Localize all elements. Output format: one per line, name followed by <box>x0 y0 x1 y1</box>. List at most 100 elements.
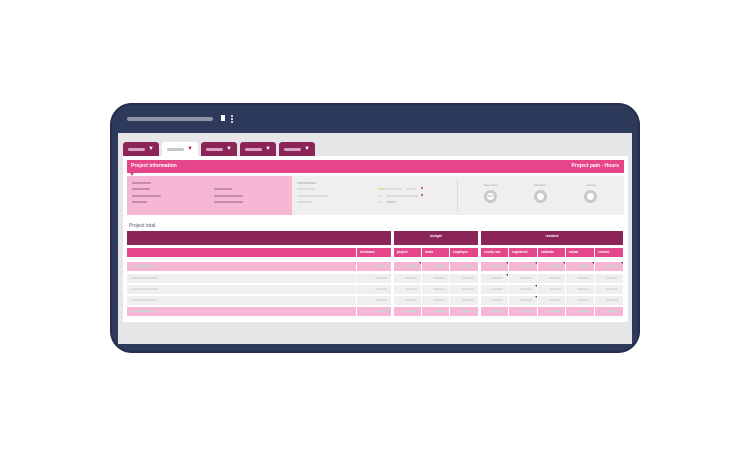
cell-value-placeholder <box>462 299 474 301</box>
column-header-hours[interactable]: hrs/boars <box>357 248 391 257</box>
tab-label-placeholder <box>206 148 223 151</box>
cell-value-placeholder <box>520 277 532 279</box>
cell-value-placeholder <box>606 277 618 279</box>
cell-value-placeholder <box>433 310 445 312</box>
column-separator <box>421 248 422 318</box>
project-stats-panel <box>292 176 624 215</box>
cell-value-placeholder <box>462 288 474 290</box>
cell-value-placeholder <box>405 288 417 290</box>
column-header-tasks[interactable]: tasks <box>422 248 449 257</box>
column-separator <box>356 248 357 318</box>
gauge-label-context: context <box>586 183 596 187</box>
info-label-placeholder <box>132 201 147 203</box>
tab-5[interactable]: ▼ <box>279 142 315 156</box>
tab-label-placeholder <box>128 148 145 151</box>
column-separator <box>537 248 538 318</box>
column-header-estimate[interactable]: estimate <box>538 248 565 257</box>
comment-marker-icon[interactable] <box>419 262 421 264</box>
address-bar[interactable] <box>127 117 213 121</box>
project-information-title: Project information <box>131 163 177 169</box>
cell-value-placeholder <box>462 310 474 312</box>
gauge-context <box>584 190 597 203</box>
row-label-placeholder <box>131 277 158 279</box>
stats-value-placeholder <box>406 188 417 190</box>
table-group-header-main <box>127 231 391 245</box>
column-header-project[interactable]: project <box>394 248 421 257</box>
cell-value-placeholder <box>520 299 532 301</box>
cell-value-placeholder <box>520 265 532 267</box>
gauge-value: 80% <box>487 193 494 200</box>
cell-value-placeholder <box>606 288 618 290</box>
column-header-registered[interactable]: registered <box>509 248 537 257</box>
gauge-value <box>587 193 594 200</box>
cell-value-placeholder <box>375 277 387 279</box>
cell-value-placeholder <box>577 288 589 290</box>
cell-value-placeholder <box>491 299 503 301</box>
tab-1[interactable]: ▼ <box>123 142 159 156</box>
cell-value-placeholder <box>375 299 387 301</box>
stats-label-placeholder <box>297 188 315 190</box>
cell-value-placeholder <box>405 265 417 267</box>
gauge-steps: 80% <box>484 190 497 203</box>
cell-value-placeholder <box>520 310 532 312</box>
column-header-employee[interactable]: employee <box>450 248 478 257</box>
progress-bar-segment <box>378 188 386 190</box>
project-total-title: Project total <box>129 223 156 229</box>
table-group-header-realized: realized <box>481 231 623 245</box>
tab-label-placeholder <box>284 148 301 151</box>
stats-value-placeholder <box>378 201 381 203</box>
cell-value-placeholder <box>549 288 561 290</box>
comment-marker-icon[interactable] <box>621 262 623 264</box>
stats-label-placeholder <box>297 201 313 203</box>
comment-marker-icon[interactable] <box>535 262 537 264</box>
stats-label-placeholder <box>297 182 316 184</box>
progress-bar-track <box>386 188 402 190</box>
panel-divider <box>457 179 458 212</box>
comment-marker-icon[interactable] <box>563 262 565 264</box>
gauge-label-steps: Step done <box>484 183 498 187</box>
chevron-down-icon: ▼ <box>265 146 271 152</box>
column-separator <box>565 248 566 318</box>
row-label-placeholder <box>131 310 154 312</box>
cell-value-placeholder <box>405 299 417 301</box>
column-separator <box>391 248 394 318</box>
row-label-placeholder <box>131 288 158 290</box>
column-header-name <box>127 248 356 257</box>
tab-2-active[interactable]: ▼ <box>162 142 198 156</box>
gauge-value <box>537 193 544 200</box>
comment-marker-icon[interactable] <box>506 274 508 276</box>
cell-value-placeholder <box>405 310 417 312</box>
cell-value-placeholder <box>549 310 561 312</box>
comment-marker-icon[interactable] <box>535 296 537 298</box>
tab-4[interactable]: ▼ <box>240 142 276 156</box>
project-header-bar: Project information Project pain - Hours <box>127 160 624 173</box>
cell-value-placeholder <box>375 265 387 267</box>
comment-marker-icon[interactable] <box>592 262 594 264</box>
cell-value-placeholder <box>606 310 618 312</box>
column-header-hourly-rate[interactable]: hourly rate <box>481 248 508 257</box>
indicator-triangle-icon <box>421 194 423 197</box>
chevron-down-icon: ▼ <box>304 146 310 152</box>
gauge-label-left: left done <box>534 183 546 187</box>
more-menu-icon[interactable] <box>231 115 233 123</box>
cell-value-placeholder <box>549 277 561 279</box>
cell-value-placeholder <box>577 265 589 267</box>
comment-marker-icon[interactable] <box>535 285 537 287</box>
cell-value-placeholder <box>520 288 532 290</box>
tab-3[interactable]: ▼ <box>201 142 237 156</box>
cell-value-placeholder <box>462 265 474 267</box>
comment-marker-icon[interactable] <box>506 262 508 264</box>
column-header-context[interactable]: context <box>595 248 623 257</box>
cell-value-placeholder <box>462 277 474 279</box>
cell-value-placeholder <box>491 265 503 267</box>
column-header-actual[interactable]: actual <box>566 248 594 257</box>
chevron-down-icon: ▼ <box>148 146 154 152</box>
cell-value-placeholder <box>491 310 503 312</box>
cell-value-placeholder <box>375 310 387 312</box>
bookmark-icon[interactable] <box>221 115 225 123</box>
tab-bar: ▼ ▼ ▼ ▼ ▼ <box>123 142 315 156</box>
column-separator <box>594 248 595 318</box>
cell-value-placeholder <box>491 277 503 279</box>
gauge-left <box>534 190 547 203</box>
browser-top-bar <box>110 103 640 133</box>
